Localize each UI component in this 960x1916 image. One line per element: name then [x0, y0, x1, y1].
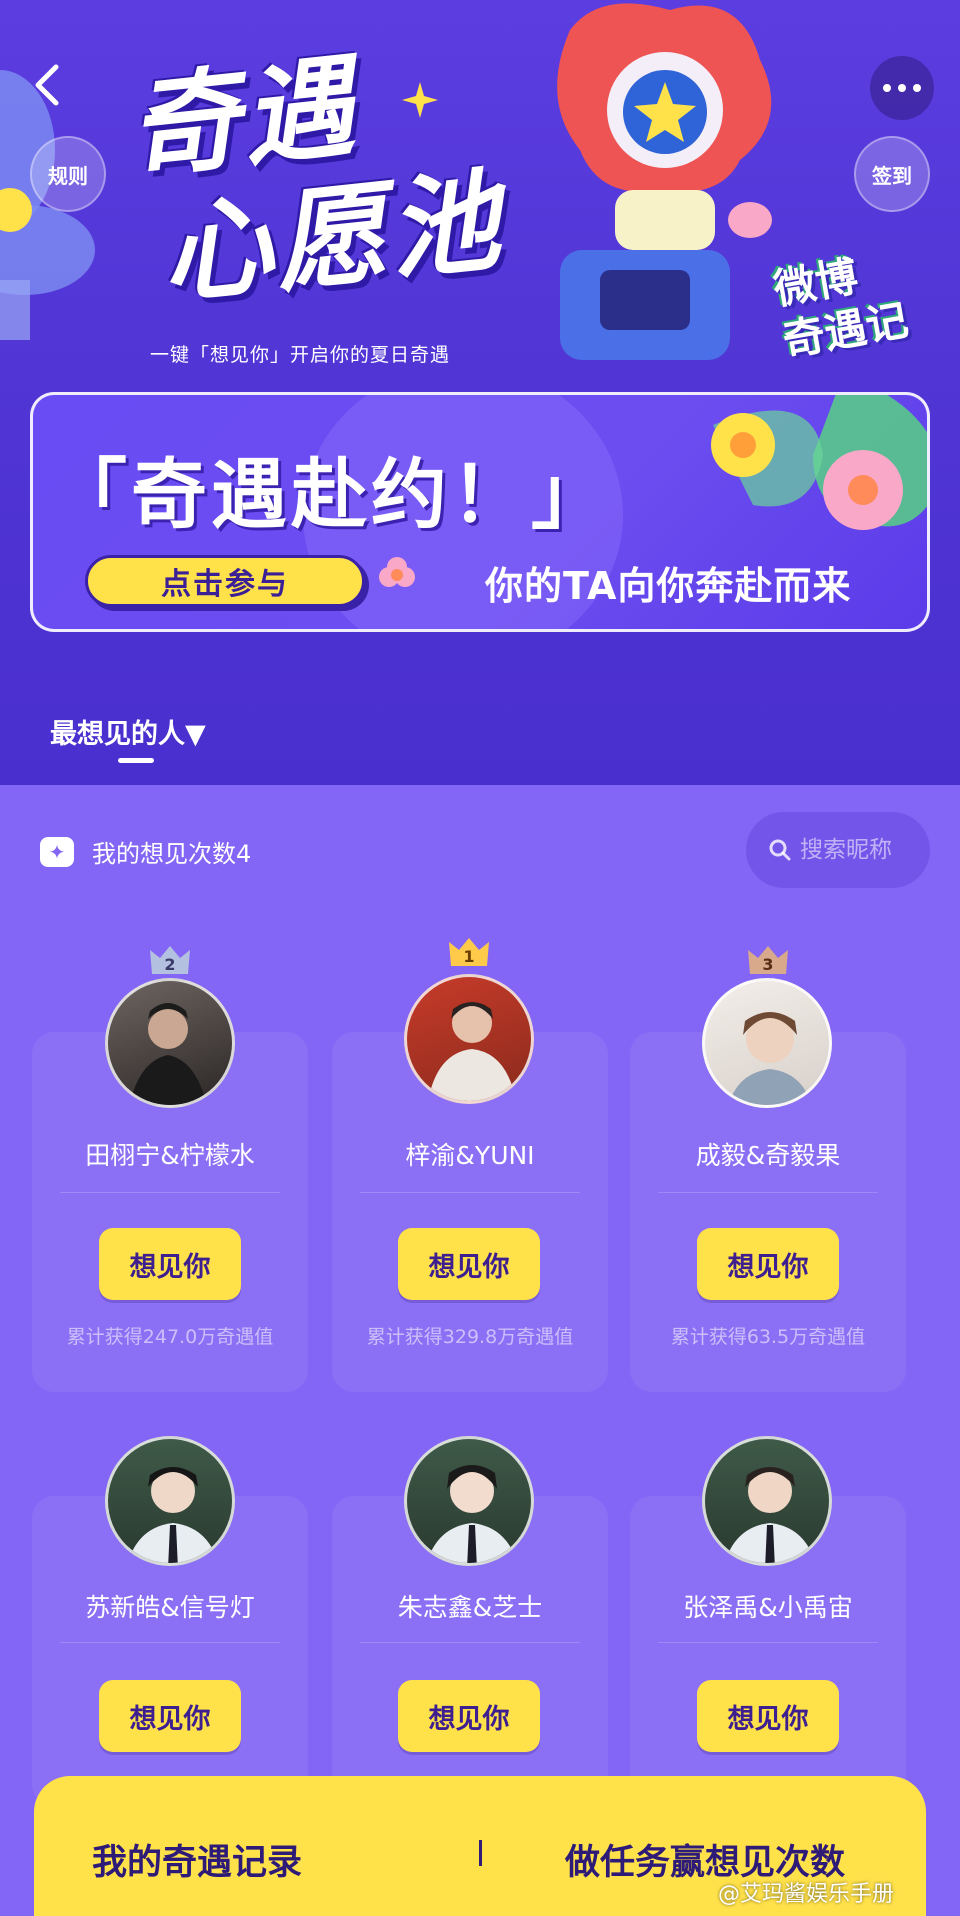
want-to-meet-button[interactable]: 想见你: [99, 1228, 241, 1300]
dot-icon: [913, 84, 921, 92]
candidate-name: 梓渝&YUNI: [405, 1141, 535, 1170]
ticket-icon: ✦: [40, 836, 74, 867]
rank-number: 1: [463, 947, 474, 966]
flower-icon: [379, 557, 415, 587]
avatar[interactable]: [404, 1436, 534, 1566]
header-banner: 规则 签到 奇遇 心愿池 一键「想见你」开启你的夏日奇遇 微博 奇遇记 「奇遇赴…: [0, 0, 960, 785]
bottom-separator: [479, 1840, 482, 1866]
rank-number: 3: [762, 955, 773, 974]
tab-most-wanted[interactable]: 最想见的人▼: [50, 712, 206, 751]
weibo-brand-badge: 微博 奇遇记: [770, 237, 950, 393]
candidate-name: 张泽禹&小禹宙: [683, 1593, 853, 1622]
divider: [658, 1192, 878, 1193]
more-options-button[interactable]: [870, 56, 934, 120]
person-photo-icon: [724, 1467, 816, 1563]
person-photo-icon: [728, 1012, 812, 1105]
logo-title-line2: 心愿池: [155, 156, 509, 320]
person-photo-icon: [129, 1003, 207, 1105]
avatar[interactable]: [404, 974, 534, 1104]
divider: [360, 1192, 580, 1193]
candidate-name: 朱志鑫&芝士: [397, 1593, 543, 1622]
divider: [60, 1192, 280, 1193]
event-logo: 奇遇 心愿池: [120, 20, 560, 320]
avatar[interactable]: [105, 978, 235, 1108]
search-input[interactable]: [800, 837, 920, 863]
chevron-left-icon: [35, 64, 59, 106]
promo-tagline: 你的TA向你奔赴而来: [485, 564, 852, 608]
dot-icon: [883, 84, 891, 92]
dot-icon: [898, 84, 906, 92]
want-to-meet-button[interactable]: 想见你: [398, 1228, 540, 1300]
rank-crown-gold-icon: 1: [449, 938, 489, 966]
candidate-name: 苏新皓&信号灯: [85, 1593, 255, 1622]
promo-card[interactable]: 「奇遇赴约！」 点击参与 你的TA向你奔赴而来: [30, 392, 930, 632]
my-encounter-record-button[interactable]: 我的奇遇记录: [92, 1834, 302, 1885]
divider: [60, 1642, 280, 1643]
accumulated-points: 累计获得247.0万奇遇值: [66, 1326, 274, 1348]
watermark: @艾玛酱娱乐手册: [718, 1882, 895, 1907]
avatar[interactable]: [702, 1436, 832, 1566]
avatar[interactable]: [702, 978, 832, 1108]
rank-number: 2: [164, 955, 175, 974]
want-to-meet-button[interactable]: 想见你: [398, 1680, 540, 1752]
mascot-illustration-icon: [557, 3, 772, 360]
checkin-button[interactable]: 签到: [854, 136, 930, 212]
candidate-name: 成毅&奇毅果: [695, 1141, 841, 1170]
divider: [360, 1642, 580, 1643]
meet-count-text: 我的想见次数4: [92, 840, 252, 868]
rank-crown-bronze-icon: 3: [748, 946, 788, 974]
rules-button[interactable]: 规则: [30, 136, 106, 212]
rank-crown-silver-icon: 2: [150, 946, 190, 974]
sparkle-icon: [402, 82, 438, 118]
back-button[interactable]: [22, 55, 72, 115]
meet-count-row: ✦ 我的想见次数4: [40, 834, 251, 869]
person-photo-icon: [127, 1467, 219, 1563]
avatar[interactable]: [105, 1436, 235, 1566]
accumulated-points: 累计获得329.8万奇遇值: [366, 1326, 574, 1348]
search-icon: [769, 839, 791, 861]
join-button[interactable]: 点击参与: [85, 555, 365, 607]
accumulated-points: 累计获得63.5万奇遇值: [670, 1326, 866, 1348]
want-to-meet-button[interactable]: 想见你: [697, 1228, 839, 1300]
person-photo-icon: [428, 1002, 516, 1101]
divider: [658, 1642, 878, 1643]
want-to-meet-button[interactable]: 想见你: [99, 1680, 241, 1752]
event-subtitle: 一键「想见你」开启你的夏日奇遇: [150, 344, 451, 366]
tab-active-indicator: [118, 758, 154, 763]
person-photo-icon: [426, 1465, 518, 1563]
want-to-meet-button[interactable]: 想见你: [697, 1680, 839, 1752]
search-box[interactable]: [746, 812, 930, 888]
candidate-name: 田栩宁&柠檬水: [85, 1141, 255, 1170]
promo-title: 「奇遇赴约！」: [51, 450, 611, 539]
